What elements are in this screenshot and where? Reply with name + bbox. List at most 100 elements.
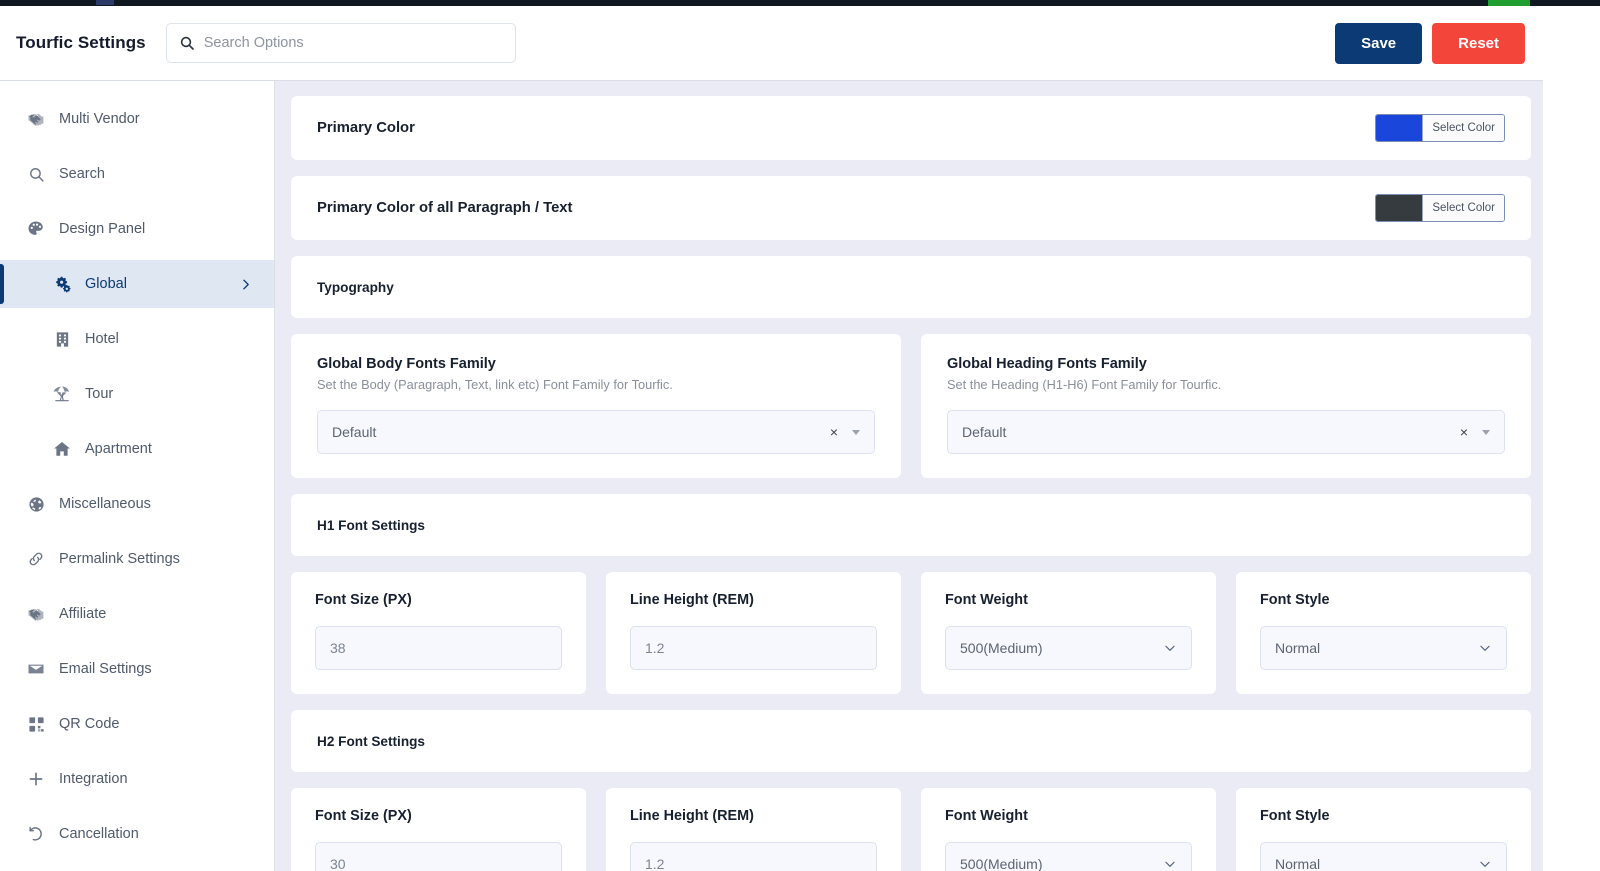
clear-icon[interactable]: × — [830, 425, 838, 439]
h1-font-size-card: Font Size (PX) — [291, 572, 586, 694]
primary-color-picker-button[interactable]: Select Color — [1375, 114, 1505, 142]
h1-font-weight-value: 500(Medium) — [960, 640, 1043, 656]
sidebar-item-label: Email Settings — [59, 661, 152, 677]
paragraph-color-picker-button[interactable]: Select Color — [1375, 194, 1505, 222]
h2-font-weight-field: 500(Medium) — [945, 842, 1192, 871]
chevron-down-icon[interactable] — [852, 429, 860, 435]
font-family-row: Global Body Fonts Family Set the Body (P… — [291, 334, 1531, 478]
h2-section-label: H2 Font Settings — [317, 733, 425, 749]
typography-section-header: Typography — [291, 256, 1531, 318]
h2-settings-row: Font Size (PX) Line Height (REM) Font We… — [291, 788, 1531, 871]
link-icon — [26, 550, 46, 568]
sidebar-item-integration[interactable]: Integration — [0, 755, 274, 803]
chevron-down-icon[interactable] — [1163, 857, 1177, 871]
h1-font-size-label: Font Size (PX) — [315, 592, 412, 608]
screenshot-viewport: Tourfic Settings Save Reset — [0, 0, 1600, 871]
h2-font-size-label: Font Size (PX) — [315, 808, 412, 824]
heading-font-select[interactable]: Default × — [947, 410, 1505, 454]
h2-font-style-label: Font Style — [1260, 808, 1330, 824]
home-icon — [52, 440, 72, 458]
h1-font-weight-field: 500(Medium) — [945, 626, 1192, 670]
h2-line-height-input[interactable] — [630, 842, 877, 871]
sidebar-item-multi-vendor[interactable]: Multi Vendor — [0, 95, 274, 143]
sidebar-item-email-settings[interactable]: Email Settings — [0, 645, 274, 693]
handshake-icon — [26, 110, 46, 128]
primary-color-row: Primary Color Select Color — [291, 96, 1531, 160]
heading-font-family-card: Global Heading Fonts Family Set the Head… — [921, 334, 1531, 478]
primary-color-label: Primary Color — [317, 120, 415, 136]
sidebar-item-search[interactable]: Search — [0, 150, 274, 198]
sidebar-item-label: Apartment — [85, 441, 152, 457]
settings-body: Multi Vendor Search Design Panel Global … — [0, 81, 1543, 871]
h2-font-size-input[interactable] — [315, 842, 562, 871]
h2-font-style-select[interactable]: Normal — [1260, 842, 1507, 871]
h2-font-weight-card: Font Weight 500(Medium) — [921, 788, 1216, 871]
paragraph-color-label: Primary Color of all Paragraph / Text — [317, 200, 573, 216]
primary-color-control: Select Color — [1375, 114, 1505, 142]
h2-line-height-label: Line Height (REM) — [630, 808, 754, 824]
sidebar-item-label: Cancellation — [59, 826, 139, 842]
search-input[interactable] — [203, 35, 503, 51]
sidebar-item-label: Miscellaneous — [59, 496, 151, 512]
primary-color-swatch — [1376, 115, 1423, 141]
header-actions: Save Reset — [1335, 22, 1543, 64]
sidebar-item-label: Affiliate — [59, 606, 107, 622]
sidebar-item-cancellation[interactable]: Cancellation — [0, 810, 274, 858]
h1-font-weight-select[interactable]: 500(Medium) — [945, 626, 1192, 670]
sidebar-item-apartment[interactable]: Apartment — [0, 425, 274, 473]
chevron-down-icon[interactable] — [1478, 857, 1492, 871]
clear-icon[interactable]: × — [1460, 425, 1468, 439]
sidebar-item-global[interactable]: Global — [0, 260, 274, 308]
h2-font-style-value: Normal — [1275, 856, 1321, 871]
envelope-icon — [26, 660, 46, 678]
building-icon — [52, 331, 72, 348]
h2-font-size-card: Font Size (PX) — [291, 788, 586, 871]
sidebar-item-tour[interactable]: Tour — [0, 370, 274, 418]
sidebar-item-qr-code[interactable]: QR Code — [0, 700, 274, 748]
body-font-value: Default — [332, 424, 377, 440]
chevron-down-icon[interactable] — [1163, 641, 1177, 655]
select-color-label: Select Color — [1422, 115, 1504, 141]
globe-icon — [26, 496, 46, 513]
h2-line-height-field — [630, 842, 877, 871]
h1-font-style-select[interactable]: Normal — [1260, 626, 1507, 670]
paragraph-color-swatch — [1376, 195, 1423, 221]
chrome-tab-fragment — [96, 0, 114, 5]
sidebar-item-label: Permalink Settings — [59, 551, 180, 567]
sidebar-item-hotel[interactable]: Hotel — [0, 315, 274, 363]
paragraph-color-row: Primary Color of all Paragraph / Text Se… — [291, 176, 1531, 240]
save-button[interactable]: Save — [1335, 22, 1423, 64]
reset-button[interactable]: Reset — [1432, 22, 1525, 64]
sidebar-item-label: Search — [59, 166, 105, 182]
chevron-down-icon[interactable] — [1482, 429, 1490, 435]
sidebar-item-label: Multi Vendor — [59, 111, 140, 127]
sidebar-item-design-panel[interactable]: Design Panel — [0, 205, 274, 253]
h1-line-height-card: Line Height (REM) — [606, 572, 901, 694]
gears-icon — [52, 275, 72, 293]
body-font-family-card: Global Body Fonts Family Set the Body (P… — [291, 334, 901, 478]
heading-font-label: Global Heading Fonts Family — [947, 356, 1147, 372]
settings-header: Tourfic Settings Save Reset — [0, 6, 1543, 81]
h1-settings-row: Font Size (PX) Line Height (REM) Font We… — [291, 572, 1531, 694]
chevron-down-icon[interactable] — [1478, 641, 1492, 655]
heading-font-value: Default — [962, 424, 1007, 440]
sidebar-item-permalink-settings[interactable]: Permalink Settings — [0, 535, 274, 583]
sidebar-item-affiliate[interactable]: Affiliate — [0, 590, 274, 638]
heading-font-field: Default × — [947, 410, 1505, 454]
h2-font-weight-label: Font Weight — [945, 808, 1028, 824]
settings-sidebar: Multi Vendor Search Design Panel Global … — [0, 81, 275, 871]
body-font-field: Default × — [317, 410, 875, 454]
h1-line-height-input[interactable] — [630, 626, 877, 670]
plus-icon — [26, 770, 46, 788]
h2-font-weight-tools — [1163, 857, 1177, 871]
h1-font-style-tools — [1478, 641, 1492, 655]
sidebar-item-miscellaneous[interactable]: Miscellaneous — [0, 480, 274, 528]
umbrella-beach-icon — [52, 385, 72, 403]
heading-font-select-tools: × — [1460, 425, 1490, 439]
h2-font-weight-select[interactable]: 500(Medium) — [945, 842, 1192, 871]
body-font-select[interactable]: Default × — [317, 410, 875, 454]
h2-line-height-card: Line Height (REM) — [606, 788, 901, 871]
h1-font-size-input[interactable] — [315, 626, 562, 670]
h1-font-style-label: Font Style — [1260, 592, 1330, 608]
search-options-box[interactable] — [165, 23, 516, 63]
